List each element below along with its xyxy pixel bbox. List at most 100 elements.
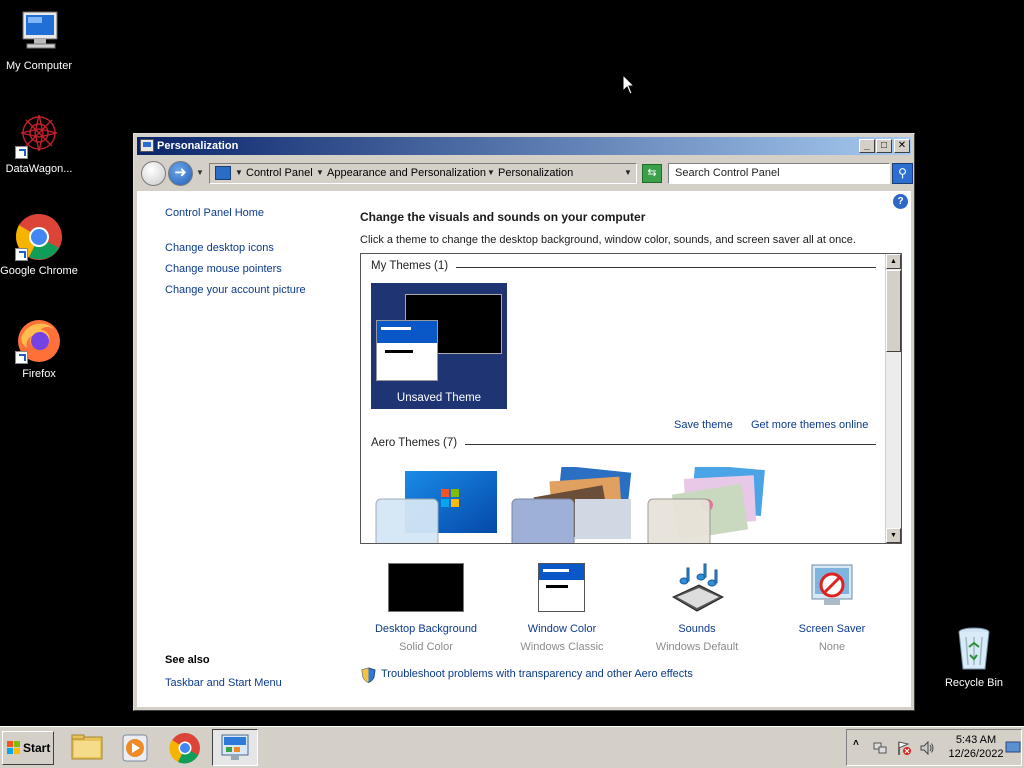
minimize-button[interactable]: _	[859, 139, 875, 153]
shortcut-arrow-icon	[15, 351, 28, 364]
theme-tile-aero[interactable]	[375, 467, 501, 543]
nav-change-mouse-pointers[interactable]: Change mouse pointers	[165, 263, 282, 275]
back-button[interactable]	[141, 161, 166, 186]
desktop-background-setting[interactable]: Desktop Background Solid Color	[361, 563, 491, 654]
nav-taskbar-start-menu[interactable]: Taskbar and Start Menu	[165, 677, 282, 689]
save-theme-link[interactable]: Save theme	[674, 419, 733, 431]
window-title: Personalization	[157, 140, 239, 152]
breadcrumb-personalization[interactable]: Personalization	[498, 167, 573, 179]
network-icon[interactable]	[872, 740, 888, 756]
recent-pages-dropdown[interactable]: ▼	[196, 168, 204, 177]
theme-list-scrollbar[interactable]: ▲ ▼	[885, 254, 901, 543]
breadcrumb[interactable]: ▼ Control Panel ▼ Appearance and Persona…	[209, 163, 637, 184]
media-player-icon	[122, 734, 148, 762]
nav-control-panel-home[interactable]: Control Panel Home	[165, 207, 264, 219]
action-center-flag-icon[interactable]	[896, 740, 912, 756]
desktop-icon-firefox[interactable]: Firefox	[0, 316, 78, 381]
setting-value: Windows Classic	[520, 641, 604, 653]
help-icon[interactable]: ?	[893, 194, 908, 209]
theme-window-preview	[376, 320, 438, 381]
taskbar-explorer-button[interactable]	[64, 729, 110, 766]
chrome-icon	[169, 733, 200, 764]
scroll-down-button[interactable]: ▼	[886, 528, 901, 543]
volume-icon[interactable]	[919, 740, 935, 756]
content-area: Control Panel Home Change desktop icons …	[137, 191, 911, 707]
get-more-themes-link[interactable]: Get more themes online	[751, 419, 868, 431]
theme-tile-aero[interactable]	[511, 465, 637, 543]
window-titlebar[interactable]: Personalization _ □ ✕	[137, 137, 911, 155]
taskbar-control-panel-button[interactable]	[212, 729, 258, 766]
shortcut-arrow-icon	[15, 146, 28, 159]
desktop-icon-label: My Computer	[5, 60, 73, 72]
control-panel-icon	[221, 734, 249, 760]
my-themes-header: My Themes (1)	[371, 260, 449, 272]
taskbar-chrome-button[interactable]	[162, 729, 208, 766]
screen-saver-icon	[794, 563, 870, 613]
desktop-icon-my-computer[interactable]: My Computer	[0, 8, 78, 73]
troubleshoot-aero-link[interactable]: Troubleshoot problems with transparency …	[381, 668, 693, 680]
desktop-icon-datawagon[interactable]: DataWagon...	[0, 111, 78, 176]
theme-name: Unsaved Theme	[396, 392, 482, 404]
desktop-icon-google-chrome[interactable]: Google Chrome	[0, 213, 78, 278]
show-hidden-icons-chevron-icon[interactable]: ˄	[853, 738, 869, 754]
setting-value: Windows Default	[655, 641, 739, 653]
windows-flag-icon	[7, 741, 20, 754]
nav-change-desktop-icons[interactable]: Change desktop icons	[165, 242, 274, 254]
nav-change-account-picture[interactable]: Change your account picture	[165, 284, 306, 296]
clock[interactable]: 5:43 AM 12/26/2022	[943, 733, 1009, 761]
personalization-window: Personalization _ □ ✕ ➜ ▼ ▼ Control Pane…	[133, 133, 915, 711]
window-color-setting[interactable]: Window Color Windows Classic	[497, 563, 627, 654]
taskbar-media-player-button[interactable]	[112, 729, 158, 766]
theme-tile-aero[interactable]	[647, 464, 773, 543]
start-button[interactable]: Start	[2, 731, 54, 765]
start-label: Start	[23, 741, 51, 755]
mouse-cursor-icon	[622, 74, 636, 95]
desktop-icon-label: Firefox	[22, 368, 56, 380]
forward-button[interactable]: ➜	[168, 161, 193, 186]
folder-icon	[71, 734, 103, 760]
see-also-heading: See also	[165, 654, 210, 666]
breadcrumb-control-panel[interactable]: Control Panel	[246, 167, 313, 179]
page-instruction: Click a theme to change the desktop back…	[360, 234, 856, 246]
taskbar: Start ˄ 5:43 AM 12/26/2022	[0, 726, 1024, 768]
address-dropdown-icon[interactable]: ▼	[624, 168, 632, 177]
refresh-button[interactable]: ⇆	[642, 164, 662, 183]
setting-name: Screen Saver	[798, 623, 866, 635]
breadcrumb-chevron-icon[interactable]: ▼	[487, 168, 495, 177]
computer-icon	[15, 8, 63, 56]
scroll-thumb[interactable]	[886, 270, 901, 352]
recycle-bin-icon	[950, 625, 998, 673]
group-divider	[465, 444, 876, 445]
theme-tile-unsaved[interactable]: Unsaved Theme	[371, 283, 507, 409]
breadcrumb-appearance[interactable]: Appearance and Personalization	[327, 167, 486, 179]
page-title: Change the visuals and sounds on your co…	[360, 210, 646, 224]
chrome-icon	[15, 213, 63, 261]
theme-list: My Themes (1) Unsaved Theme Save theme G…	[360, 253, 902, 544]
sounds-setting[interactable]: Sounds Windows Default	[632, 563, 762, 654]
search-icon[interactable]: ⚲	[892, 163, 913, 184]
firefox-icon	[15, 316, 63, 364]
close-button[interactable]: ✕	[894, 139, 910, 153]
setting-name: Desktop Background	[374, 623, 478, 635]
control-panel-icon	[140, 139, 154, 152]
show-desktop-icon[interactable]	[1005, 739, 1021, 755]
desktop-icon-label: Google Chrome	[0, 265, 78, 277]
clock-date: 12/26/2022	[948, 748, 1004, 760]
maximize-button[interactable]: □	[876, 139, 892, 153]
screen-saver-setting[interactable]: Screen Saver None	[767, 563, 897, 654]
control-panel-icon	[215, 166, 231, 180]
desktop-icon-label: DataWagon...	[5, 163, 73, 175]
window-color-icon	[524, 563, 600, 613]
desktop-icon-recycle-bin[interactable]: Recycle Bin	[935, 625, 1013, 690]
scroll-up-button[interactable]: ▲	[886, 254, 901, 269]
search-input[interactable]: Search Control Panel	[668, 163, 890, 184]
setting-value: None	[818, 641, 846, 653]
shortcut-arrow-icon	[15, 248, 28, 261]
shield-icon	[361, 667, 376, 683]
breadcrumb-chevron-icon[interactable]: ▼	[316, 168, 324, 177]
sounds-icon	[659, 563, 735, 613]
setting-name: Sounds	[678, 623, 716, 635]
datawagon-icon	[15, 111, 63, 159]
setting-value: Solid Color	[399, 641, 453, 653]
breadcrumb-chevron-icon[interactable]: ▼	[235, 168, 243, 177]
